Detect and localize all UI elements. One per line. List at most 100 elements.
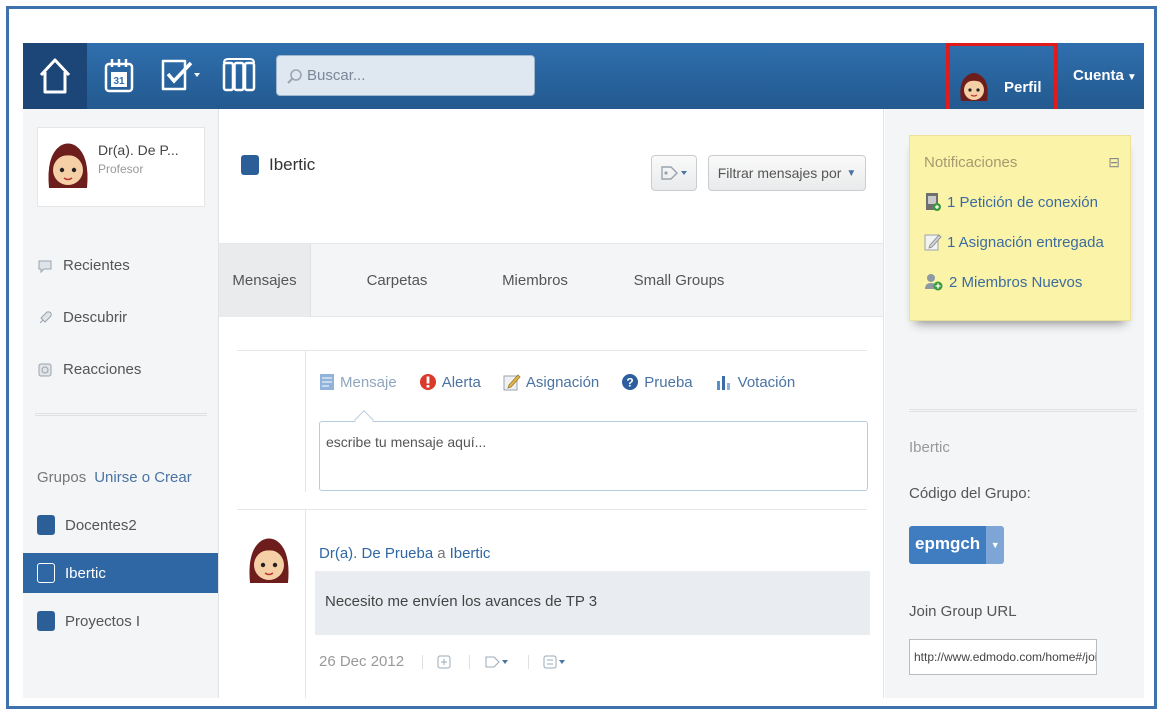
notification-new-members[interactable]: 2 Miembros Nuevos — [924, 272, 1082, 292]
user-role: Profesor — [98, 162, 144, 176]
message-input[interactable]: escribe tu mensaje aquí... — [319, 421, 868, 491]
post-type-label: Votación — [737, 373, 796, 391]
group-color-icon — [241, 155, 259, 175]
avatar — [48, 143, 88, 188]
notification-assignment[interactable]: 1 Asignación entregada — [924, 232, 1104, 252]
group-color-icon — [37, 611, 55, 631]
nav-descubrir[interactable]: Descubrir — [37, 309, 127, 326]
post-target-link[interactable]: Ibertic — [450, 545, 491, 562]
post-type-votacion[interactable]: Votación — [715, 373, 796, 391]
join-url-field[interactable]: http://www.edmodo.com/home#/joir — [909, 639, 1097, 675]
filter-messages-dropdown[interactable]: Filtrar mensajes por ▼ — [708, 155, 866, 191]
post-text: Necesito me envíen los avances de TP 3 — [325, 593, 598, 610]
rocket-icon — [39, 310, 52, 323]
add-reaction-button[interactable] — [422, 654, 451, 669]
post-type-mensaje[interactable]: Mensaje — [319, 373, 397, 391]
post-type-label: Prueba — [644, 373, 693, 391]
nav-reacciones[interactable]: Reacciones — [37, 361, 141, 378]
user-card[interactable]: Dr(a). De P... Profesor — [37, 127, 205, 207]
plus-box-icon — [437, 655, 451, 668]
tab-label: Miembros — [502, 272, 568, 289]
tab-small-groups[interactable]: Small Groups — [617, 244, 741, 317]
group-title: Ibertic — [241, 155, 315, 175]
group-color-icon — [37, 515, 55, 535]
groups-header: Grupos Unirse o Crear — [37, 469, 192, 486]
join-create-link[interactable]: Unirse o Crear — [94, 469, 192, 486]
join-url-value: http://www.edmodo.com/home#/joir — [914, 650, 1097, 664]
edmodo-app: 31 Buscar... Perfil Cuenta ▼ Dr(a). De P… — [23, 43, 1144, 698]
post-connector: a — [437, 545, 446, 562]
group-tabs: Mensajes Carpetas Miembros Small Groups — [219, 243, 883, 317]
calendar-day: 31 — [113, 76, 125, 87]
tab-label: Small Groups — [633, 272, 725, 289]
nav-label: Reacciones — [63, 361, 142, 378]
user-name: Dr(a). De P... — [98, 142, 179, 158]
poll-icon — [716, 376, 730, 390]
notification-text: 2 Miembros Nuevos — [949, 273, 1083, 291]
tag-filter-button[interactable] — [651, 155, 697, 191]
profile-label: Perfil — [1004, 79, 1042, 96]
group-item-proyectos[interactable]: Proyectos I — [23, 601, 218, 641]
post-options-button[interactable] — [528, 654, 567, 669]
checklist-icon — [161, 59, 200, 91]
calendar-button[interactable]: 31 — [103, 56, 135, 94]
post-divider — [237, 509, 867, 510]
library-icon — [222, 58, 256, 92]
composer-gutter — [305, 350, 306, 492]
alert-icon — [419, 374, 436, 390]
caret-down-icon: ▼ — [1126, 72, 1137, 83]
connection-request-icon — [926, 193, 941, 211]
calendar-icon: 31 — [104, 59, 134, 93]
speech-bubble-icon — [38, 260, 52, 273]
library-button[interactable] — [219, 56, 259, 94]
top-bar: 31 Buscar... Perfil Cuenta ▼ — [23, 43, 1144, 133]
post-gutter — [305, 509, 306, 698]
right-sidebar: Notificaciones ⊟ 1 Petición de conexión … — [885, 109, 1144, 698]
tab-carpetas[interactable]: Carpetas — [347, 244, 447, 317]
home-icon — [39, 58, 71, 94]
group-code-button[interactable]: epmgch ▼ — [909, 526, 1005, 564]
post-type-alerta[interactable]: Alerta — [419, 373, 481, 391]
nav-label: Descubrir — [63, 309, 128, 326]
collapse-icon[interactable]: ⊟ — [1108, 154, 1120, 171]
group-code-label: Código del Grupo: — [909, 485, 1031, 502]
sidebar-divider — [35, 413, 207, 416]
search-placeholder: Buscar... — [307, 67, 366, 84]
tab-mensajes[interactable]: Mensajes — [219, 244, 311, 317]
account-menu[interactable]: Cuenta ▼ — [1073, 67, 1137, 84]
post-type-label: Alerta — [441, 373, 481, 391]
assignments-button[interactable] — [155, 56, 201, 94]
tag-post-button[interactable] — [469, 654, 510, 669]
members-icon — [925, 274, 943, 291]
avatar — [249, 538, 289, 583]
notification-connection-request[interactable]: 1 Petición de conexión — [924, 192, 1098, 212]
group-color-icon — [37, 563, 55, 583]
group-item-docentes2[interactable]: Docentes2 — [23, 505, 218, 545]
nav-recientes[interactable]: Recientes — [37, 257, 130, 274]
groups-label: Grupos — [37, 469, 87, 486]
tag-icon — [661, 166, 687, 180]
composer-divider — [237, 350, 867, 351]
notifications-panel: Notificaciones ⊟ 1 Petición de conexión … — [909, 135, 1131, 321]
home-button[interactable] — [23, 43, 87, 109]
tab-miembros[interactable]: Miembros — [483, 244, 587, 317]
quiz-icon: ? — [622, 374, 639, 390]
right-divider — [909, 409, 1137, 412]
left-sidebar: Dr(a). De P... Profesor Recientes Descub… — [23, 109, 219, 698]
group-label: Proyectos I — [65, 612, 141, 630]
search-input[interactable]: Buscar... — [276, 55, 535, 96]
post-type-label: Mensaje — [340, 373, 397, 391]
group-label: Ibertic — [65, 564, 106, 582]
main-content: Ibertic Filtrar mensajes por ▼ Mensajes C… — [219, 109, 884, 698]
group-item-ibertic[interactable]: Ibertic — [23, 553, 218, 593]
filter-label: Filtrar mensajes por — [717, 165, 842, 181]
post-type-asignacion[interactable]: Asignación — [503, 373, 599, 391]
tag-icon — [485, 656, 509, 667]
notifications-title: Notificaciones — [924, 154, 1018, 171]
caret-down-icon[interactable]: ▼ — [986, 526, 1005, 564]
post-meta: 26 Dec 2012 — [319, 653, 567, 670]
post-date: 26 Dec 2012 — [319, 653, 405, 670]
post-header: Dr(a). De Prueba a Ibertic — [319, 545, 490, 562]
post-type-prueba[interactable]: ? Prueba — [621, 373, 693, 391]
post-author-link[interactable]: Dr(a). De Prueba — [319, 545, 433, 562]
